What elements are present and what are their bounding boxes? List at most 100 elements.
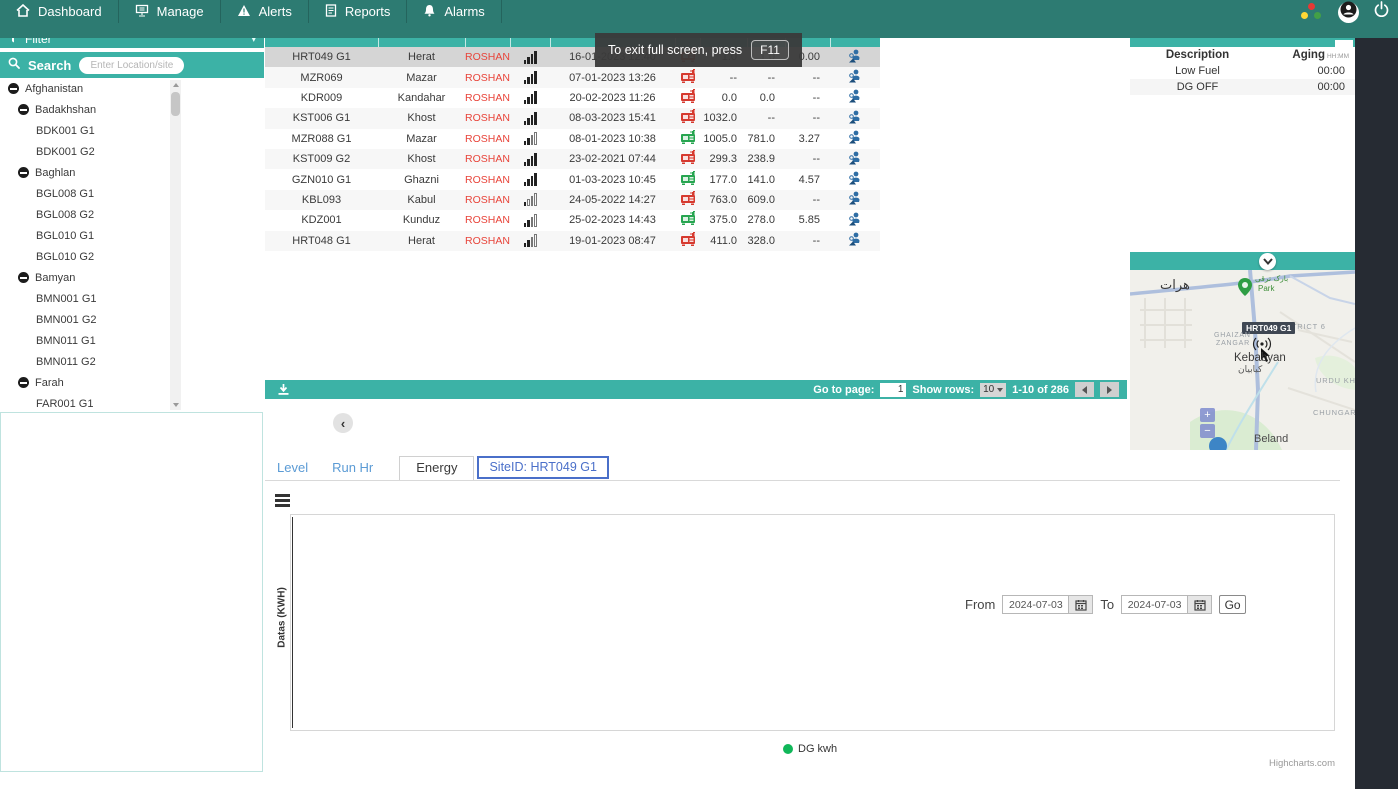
cell-generator-status (675, 89, 700, 107)
table-row[interactable]: GZN010 G1GhazniROSHAN01-03-2023 10:45177… (265, 169, 880, 189)
tree-item-bmn011-g2[interactable]: BMN011 G2 (0, 351, 264, 372)
map-label-urdu-kha: URDU KHA (1316, 376, 1355, 385)
cell-value-2: 609.0 (747, 194, 785, 206)
to-date-input[interactable] (1121, 595, 1187, 614)
tab-level[interactable]: Level (265, 460, 320, 480)
tree-item-bmn011-g1[interactable]: BMN011 G1 (0, 330, 264, 351)
power-button[interactable] (1373, 1, 1390, 23)
site-engineer-icon[interactable] (847, 171, 863, 188)
tree-item-baghlan[interactable]: Baghlan (0, 162, 264, 183)
cell-generator-status (675, 150, 700, 168)
table-row[interactable]: KDZ001KunduzROSHAN25-02-2023 14:43375.02… (265, 210, 880, 230)
tree-item-bdk001-g2[interactable]: BDK001 G2 (0, 141, 264, 162)
site-engineer-icon[interactable] (847, 89, 863, 106)
site-map[interactable]: هرات بارک ترقی Park DISTRICT 6 HRT049 G1… (1130, 270, 1355, 450)
chart-legend[interactable]: DG kwh (783, 743, 837, 755)
zoom-in-button[interactable]: + (1200, 408, 1215, 422)
collapse-minus-icon[interactable] (18, 377, 29, 388)
tree-item-bmn001-g2[interactable]: BMN001 G2 (0, 309, 264, 330)
cell-site-action (830, 49, 880, 66)
tree-item-label: BGL010 G2 (36, 251, 94, 263)
tab-siteid[interactable]: SiteID: HRT049 G1 (477, 456, 608, 479)
generator-status-icon (680, 232, 696, 250)
cell-site-id: MZR088 G1 (265, 133, 378, 145)
user-profile-button[interactable] (1338, 2, 1359, 23)
scroll-up-icon[interactable] (170, 80, 181, 90)
map-panel-header (1130, 252, 1355, 270)
zoom-out-button[interactable]: − (1200, 424, 1215, 438)
cell-value-3: -- (785, 72, 830, 84)
alarm-row[interactable]: Low Fuel00:00 (1130, 63, 1355, 79)
tree-item-badakhshan[interactable]: Badakhshan (0, 99, 264, 120)
search-input[interactable] (79, 57, 184, 74)
nav-item-manage[interactable]: Manage (119, 0, 221, 23)
tree-item-bgl010-g1[interactable]: BGL010 G1 (0, 225, 264, 246)
table-row[interactable]: MZR069MazarROSHAN07-01-2023 13:26------ (265, 67, 880, 87)
rows-per-page-select[interactable]: 10 (980, 383, 1006, 397)
show-rows-label: Show rows: (912, 384, 974, 396)
tree-item-bdk001-g1[interactable]: BDK001 G1 (0, 120, 264, 141)
site-engineer-icon[interactable] (847, 49, 863, 66)
tree-item-bgl008-g1[interactable]: BGL008 G1 (0, 183, 264, 204)
site-engineer-icon[interactable] (847, 110, 863, 127)
cell-operator: ROSHAN (465, 174, 510, 186)
status-dot-green (1314, 12, 1321, 19)
download-icon[interactable] (277, 383, 290, 396)
nav-item-alerts[interactable]: Alerts (221, 0, 309, 23)
scrollbar-thumb[interactable] (171, 92, 180, 116)
tree-item-bmn001-g1[interactable]: BMN001 G1 (0, 288, 264, 309)
map-label-park-ar: بارک ترقی (1255, 274, 1288, 283)
prev-page-button[interactable] (1075, 382, 1094, 397)
table-row[interactable]: KBL093KabulROSHAN24-05-2022 14:27763.060… (265, 190, 880, 210)
site-engineer-icon[interactable] (847, 232, 863, 249)
status-dots-indicator[interactable] (1300, 3, 1324, 21)
tree-scrollbar[interactable] (170, 80, 181, 410)
collapse-minus-icon[interactable] (18, 167, 29, 178)
tree-item-bgl008-g2[interactable]: BGL008 G2 (0, 204, 264, 225)
map-label-park: Park (1258, 284, 1274, 293)
tree-item-label: BDK001 G1 (36, 125, 95, 137)
nav-item-dashboard[interactable]: Dashboard (0, 0, 119, 23)
go-button[interactable]: Go (1219, 595, 1246, 614)
cell-site-action (830, 69, 880, 86)
table-row[interactable]: HRT048 G1HeratROSHAN19-01-2023 08:47411.… (265, 231, 880, 251)
map-zoom-controls: + − (1200, 408, 1215, 438)
site-engineer-icon[interactable] (847, 191, 863, 208)
highcharts-credit[interactable]: Highcharts.com (1247, 758, 1335, 769)
cell-signal (510, 234, 550, 247)
collapse-minus-icon[interactable] (8, 83, 19, 94)
tab-run-hr[interactable]: Run Hr (320, 460, 385, 480)
from-calendar-button[interactable] (1068, 595, 1093, 614)
tab-energy[interactable]: Energy (399, 456, 474, 480)
cell-site-action (830, 110, 880, 127)
tree-item-bgl010-g2[interactable]: BGL010 G2 (0, 246, 264, 267)
site-engineer-icon[interactable] (847, 151, 863, 168)
tree-item-afghanistan[interactable]: Afghanistan (0, 78, 264, 99)
collapse-minus-icon[interactable] (18, 104, 29, 115)
tree-item-farah[interactable]: Farah (0, 372, 264, 393)
map-label-kebabyan-ar: كبابيان (1238, 365, 1262, 375)
nav-item-alarms[interactable]: Alarms (407, 0, 501, 23)
table-row[interactable]: KST006 G1KhostROSHAN08-03-2023 15:411032… (265, 108, 880, 128)
chart-menu-icon[interactable] (275, 494, 290, 507)
table-row[interactable]: MZR088 G1MazarROSHAN08-01-2023 10:381005… (265, 129, 880, 149)
scroll-down-icon[interactable] (170, 400, 181, 410)
cell-signal (510, 91, 550, 104)
map-collapse-button[interactable] (1259, 253, 1276, 270)
site-engineer-icon[interactable] (847, 130, 863, 147)
nav-label: Dashboard (38, 4, 102, 19)
site-engineer-icon[interactable] (847, 69, 863, 86)
nav-item-reports[interactable]: Reports (309, 0, 408, 23)
tree-item-far001-g1[interactable]: FAR001 G1 (0, 393, 264, 412)
to-calendar-button[interactable] (1187, 595, 1212, 614)
from-date-input[interactable] (1002, 595, 1068, 614)
site-engineer-icon[interactable] (847, 212, 863, 229)
next-page-button[interactable] (1100, 382, 1119, 397)
table-row[interactable]: KDR009KandaharROSHAN20-02-2023 11:260.00… (265, 88, 880, 108)
page-number-input[interactable] (880, 383, 906, 397)
tree-item-bamyan[interactable]: Bamyan (0, 267, 264, 288)
collapse-detail-button[interactable]: ‹ (333, 413, 353, 433)
alarm-row[interactable]: DG OFF00:00 (1130, 79, 1355, 95)
table-row[interactable]: KST009 G2KhostROSHAN23-02-2021 07:44299.… (265, 149, 880, 169)
collapse-minus-icon[interactable] (18, 272, 29, 283)
